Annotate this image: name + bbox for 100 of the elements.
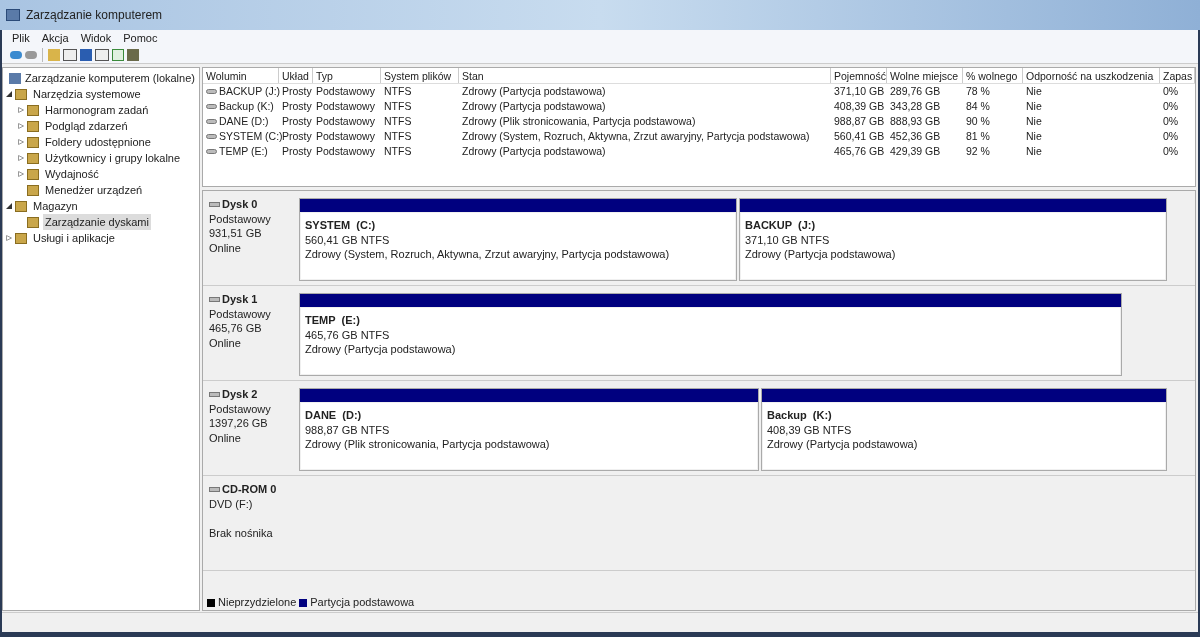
drive-icon	[209, 201, 220, 207]
table-cell-text: Nie	[1026, 98, 1042, 114]
disk-status: Online	[209, 430, 242, 445]
collapsed-arrow-icon[interactable]	[6, 235, 12, 241]
partition-size: 465,76 GB NTFS	[305, 327, 391, 342]
tree-item[interactable]: Magazyn	[31, 197, 80, 215]
tree-item[interactable]: Użytkownicy i grupy lokalne	[43, 149, 183, 167]
partition-size: 371,10 GB NTFS	[745, 232, 831, 247]
partition[interactable]: TEMP (E:) 465,76 GB NTFS Zdrowy (Partycja podstawowa)	[299, 293, 1122, 376]
column-header[interactable]: Stan	[459, 68, 831, 83]
table-cell-text: 0%	[1163, 128, 1179, 144]
disk-size: 931,51 GB	[209, 226, 263, 241]
menu-item[interactable]: Widok	[80, 29, 112, 47]
table-cell-text: BACKUP (J:)	[219, 83, 281, 99]
column-header[interactable]: Odporność na uszkodzenia	[1023, 68, 1160, 83]
tree-item[interactable]: Narzędzia systemowe	[31, 85, 143, 103]
column-header[interactable]: % wolnego	[963, 68, 1023, 83]
table-cell-text: 0%	[1163, 83, 1179, 99]
disk-name: Dysk 0	[222, 197, 258, 212]
table-cell-text: NTFS	[384, 98, 412, 114]
expanded-arrow-icon[interactable]	[6, 91, 12, 97]
column-header[interactable]: System plików	[381, 68, 459, 83]
tree-item[interactable]: Wydajność	[43, 165, 101, 183]
collapsed-arrow-icon[interactable]	[18, 155, 24, 161]
column-header[interactable]: Typ	[313, 68, 381, 83]
table-cell-text: 343,28 GB	[890, 98, 941, 114]
drive-icon	[206, 104, 217, 109]
partition[interactable]: DANE (D:) 988,87 GB NTFS Zdrowy (Plik stronicowania, Partycja podstawowa)	[299, 388, 759, 471]
collapsed-arrow-icon[interactable]	[18, 139, 24, 145]
column-header[interactable]: Pojemność	[831, 68, 887, 83]
table-cell-text: 408,39 GB	[834, 98, 885, 114]
partition[interactable]: Backup (K:) 408,39 GB NTFS Zdrowy (Partycja podstawowa)	[761, 388, 1167, 471]
column-header[interactable]: Wolumin	[203, 68, 279, 83]
tree-item[interactable]: Harmonogram zadań	[43, 101, 151, 119]
menu-item[interactable]: Akcja	[41, 29, 69, 47]
table-cell-text: Backup (K:)	[219, 98, 274, 114]
column-header[interactable]: Wolne miejsce	[887, 68, 963, 83]
menu-item[interactable]: Pomoc	[123, 29, 158, 47]
table-cell-text: NTFS	[384, 113, 412, 129]
table-cell-text: 84 %	[966, 98, 990, 114]
table-cell-text: Podstawowy	[316, 128, 375, 144]
partition[interactable]: BACKUP (J:) 371,10 GB NTFS Zdrowy (Partycja podstawowa)	[739, 198, 1167, 281]
column-header[interactable]: Zapas	[1160, 68, 1195, 83]
collapsed-arrow-icon[interactable]	[18, 123, 24, 129]
expanded-arrow-icon[interactable]	[6, 203, 12, 209]
table-cell-text: 429,39 GB	[890, 143, 941, 159]
partition-status: Zdrowy (Plik stronicowania, Partycja podstawowa)	[305, 437, 551, 452]
table-cell-text: 0%	[1163, 98, 1179, 114]
partition-size: 560,41 GB NTFS	[305, 232, 391, 247]
table-cell-text: 92 %	[966, 143, 990, 159]
table-cell-text: 465,76 GB	[834, 143, 885, 159]
collapsed-arrow-icon[interactable]	[18, 171, 24, 177]
menu-item[interactable]: Plik	[12, 29, 30, 47]
table-cell-text: Prosty	[282, 83, 312, 99]
disk-status: Brak nośnika	[209, 525, 274, 540]
column-header[interactable]: Układ	[279, 68, 313, 83]
disk-name: Dysk 1	[222, 292, 258, 307]
legend-label: Partycja podstawowa	[310, 595, 415, 611]
table-cell-text: 888,93 GB	[890, 113, 941, 129]
table-cell-text: Nie	[1026, 113, 1042, 129]
disk-type: DVD (F:)	[209, 496, 254, 511]
tree-item[interactable]: Zarządzanie komputerem (lokalne)	[25, 69, 195, 87]
tree-item[interactable]: Podgląd zdarzeń	[43, 117, 130, 135]
table-cell-text: Prosty	[282, 113, 312, 129]
drive-icon	[206, 89, 217, 94]
drive-icon	[209, 296, 220, 302]
drive-icon	[206, 149, 217, 154]
table-cell-text: NTFS	[384, 83, 412, 99]
collapsed-arrow-icon[interactable]	[18, 107, 24, 113]
disk-name: CD-ROM 0	[222, 482, 277, 497]
disk-status: Online	[209, 240, 242, 255]
table-cell-text: Prosty	[282, 128, 312, 144]
legend-label: Nieprzydzielone	[218, 595, 297, 611]
tree-item[interactable]: Foldery udostępnione	[43, 133, 153, 151]
disk-name: Dysk 2	[222, 387, 258, 402]
disk-type: Podstawowy	[209, 401, 272, 416]
window-title: Zarządzanie komputerem	[26, 7, 163, 24]
table-cell-text: Podstawowy	[316, 113, 375, 129]
disk-size: 1397,26 GB	[209, 416, 269, 431]
partition-status: Zdrowy (Partycja podstawowa)	[745, 247, 897, 262]
partition-size: 408,39 GB NTFS	[767, 422, 853, 437]
partition-size: 988,87 GB NTFS	[305, 422, 391, 437]
table-cell-text: SYSTEM (C:)	[219, 128, 283, 144]
partition-name: SYSTEM (C:)	[305, 218, 377, 233]
disk-type: Podstawowy	[209, 211, 272, 226]
table-cell-text: 371,10 GB	[834, 83, 885, 99]
partition[interactable]: SYSTEM (C:) 560,41 GB NTFS Zdrowy (System, Rozruch, Aktywna, Zrzut awaryjny, Partycja podstawowa)	[299, 198, 737, 281]
table-cell-text: Zdrowy (Partycja podstawowa)	[462, 83, 606, 99]
table-cell-text: 289,76 GB	[890, 83, 941, 99]
disk-status: Online	[209, 335, 242, 350]
table-cell-text: Nie	[1026, 143, 1042, 159]
drive-icon	[206, 134, 217, 139]
tree-item[interactable]: Menedżer urządzeń	[43, 181, 145, 199]
table-cell-text: NTFS	[384, 143, 412, 159]
table-cell-text: 0%	[1163, 113, 1179, 129]
tree-item[interactable]: Usługi i aplikacje	[31, 229, 117, 247]
table-cell-text: Zdrowy (Plik stronicowania, Partycja podstawowa)	[462, 113, 696, 129]
partition-status: Zdrowy (System, Rozruch, Aktywna, Zrzut awaryjny, Partycja podstawowa)	[305, 247, 671, 262]
table-cell-text: NTFS	[384, 128, 412, 144]
tree-item[interactable]: Zarządzanie dyskami	[43, 213, 151, 231]
